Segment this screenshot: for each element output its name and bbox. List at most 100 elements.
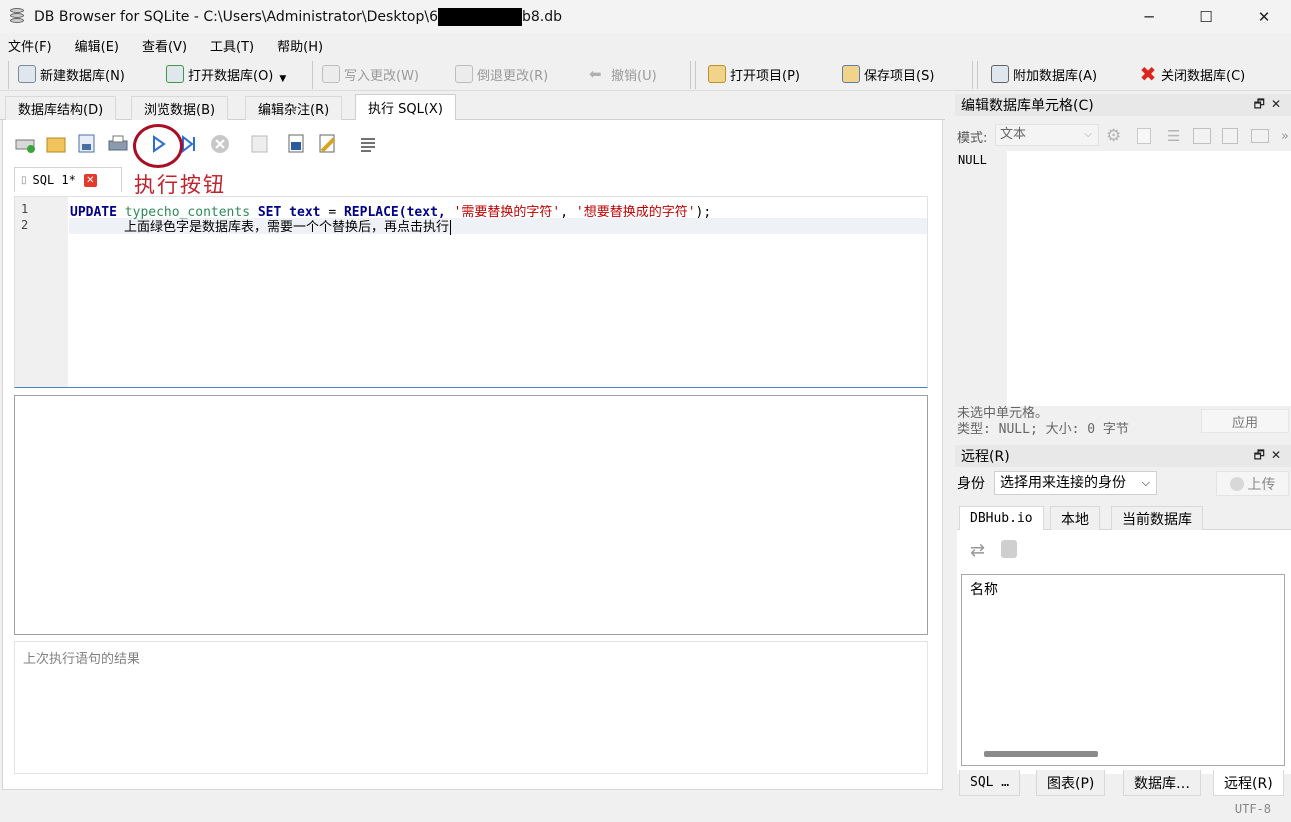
remote-dock-title: 远程(R) 🗗✕	[955, 445, 1291, 467]
menu-view[interactable]: 查看(V)	[142, 36, 187, 55]
dock-float-close-icon[interactable]: 🗗✕	[1254, 95, 1287, 116]
title-bar: DB Browser for SQLite - C:\Users\Adminis…	[0, 0, 1291, 33]
folder-icon	[46, 137, 66, 153]
open-tab-icon	[15, 139, 35, 153]
close-window-button[interactable]: ✕	[1235, 0, 1291, 33]
open-sql-file-button[interactable]	[44, 132, 68, 156]
tab-local[interactable]: 本地	[1050, 506, 1100, 530]
clone-database-icon[interactable]	[1001, 540, 1017, 558]
maximize-button[interactable]: ☐	[1177, 0, 1235, 33]
menu-bar: 文件(F) 编辑(E) 查看(V) 工具(T) 帮助(H)	[0, 33, 1291, 57]
new-database-icon	[18, 65, 36, 83]
results-grid[interactable]	[14, 395, 928, 635]
print-button[interactable]	[106, 132, 130, 156]
menu-tools[interactable]: 工具(T)	[210, 36, 254, 55]
upload-button[interactable]: 上传	[1216, 471, 1289, 496]
new-database-button[interactable]: 新建数据库(N)	[18, 61, 125, 87]
main-tab-bar: 数据库结构(D) 浏览数据(B) 编辑杂注(R) 执行 SQL(X)	[0, 94, 945, 120]
tab-database-structure[interactable]: 数据库结构(D)	[5, 96, 117, 120]
sql-line-2: 上面绿色字是数据库表，需要一个个替换后，再点击执行	[124, 220, 452, 235]
more-icon[interactable]: »	[1281, 129, 1289, 144]
line-number-gutter: 1 2	[15, 197, 68, 387]
close-database-icon: ✖	[1139, 62, 1157, 86]
open-project-icon	[708, 65, 726, 83]
tab-remote[interactable]: 远程(R)	[1213, 770, 1284, 796]
save-project-button[interactable]: 保存项目(S)	[842, 61, 934, 87]
menu-help[interactable]: 帮助(H)	[277, 36, 323, 55]
revert-changes-button[interactable]: 倒退更改(R)	[455, 61, 548, 87]
redacted-block	[438, 7, 523, 26]
tab-db-schema[interactable]: 数据库…	[1123, 770, 1201, 796]
tab-browse-data[interactable]: 浏览数据(B)	[131, 96, 229, 120]
menu-edit[interactable]: 编辑(E)	[75, 36, 119, 55]
identity-select[interactable]: 选择用来连接的身份 ⌵	[994, 471, 1157, 495]
dock-float-close-icon[interactable]: 🗗✕	[1254, 446, 1287, 467]
remote-tab-bar: DBHub.io 本地 当前数据库	[957, 506, 1291, 530]
save-project-icon	[842, 65, 860, 83]
identity-label: 身份	[957, 476, 985, 492]
refresh-icon[interactable]: ⇄	[970, 540, 985, 561]
close-tab-icon[interactable]: ✕	[83, 173, 97, 187]
mode-select[interactable]: 文本 ⌵	[995, 124, 1099, 146]
chevron-down-icon: ⌵	[1141, 476, 1150, 489]
tab-execute-sql[interactable]: 执行 SQL(X)	[355, 94, 456, 120]
execute-highlight-circle	[133, 124, 183, 168]
execute-annotation: 执行按钮	[134, 173, 226, 197]
menu-file[interactable]: 文件(F)	[8, 36, 52, 55]
database-app-icon	[8, 7, 26, 27]
attach-database-button[interactable]: 附加数据库(A)	[991, 61, 1097, 87]
write-changes-icon	[322, 65, 340, 83]
cell-status: 未选中单元格。 类型: NULL; 大小: 0 字节	[957, 406, 1129, 437]
open-database-button[interactable]: 打开数据库(O) ▼	[166, 61, 286, 87]
comment-lines-button[interactable]	[356, 132, 380, 156]
tab-plot[interactable]: 图表(P)	[1036, 770, 1106, 796]
window-title: DB Browser for SQLite - C:\Users\Adminis…	[34, 7, 563, 26]
chevron-down-icon[interactable]: ▼	[279, 74, 286, 84]
sql-editor-tab[interactable]: ▯ SQL 1* ✕	[14, 167, 122, 192]
auto-format-gear-icon[interactable]: ⚙	[1106, 126, 1121, 146]
export-icon[interactable]	[1222, 128, 1238, 144]
find-replace-button[interactable]	[316, 132, 340, 156]
apply-button[interactable]: 应用	[1201, 409, 1289, 433]
undo-button[interactable]: ⬅ 撤销(U)	[589, 61, 657, 87]
close-database-button[interactable]: ✖ 关闭数据库(C)	[1139, 61, 1246, 87]
tab-dbhub[interactable]: DBHub.io	[959, 506, 1044, 530]
main-toolbar: 新建数据库(N) 打开数据库(O) ▼ 写入更改(W) 倒退更改(R) ⬅ 撤销…	[0, 57, 1291, 91]
save-results-button[interactable]	[248, 132, 272, 156]
dock-tab-bar: SQL … 图表(P) 数据库… 远程(R)	[957, 770, 1291, 796]
horizontal-scrollbar[interactable]	[984, 751, 1098, 757]
edit-mode-row: 模式: 文本 ⌵ ⚙ ☰ »	[957, 124, 1289, 146]
name-column-header[interactable]: 名称	[970, 579, 998, 599]
revert-changes-icon	[455, 65, 473, 83]
minimize-button[interactable]: ─	[1120, 0, 1178, 33]
text-align-icon	[361, 138, 375, 152]
last-execution-message: 上次执行语句的结果	[14, 641, 928, 774]
write-changes-button[interactable]: 写入更改(W)	[322, 61, 419, 87]
tab-current-database[interactable]: 当前数据库	[1111, 506, 1203, 530]
save-results-icon	[251, 135, 268, 153]
status-bar: UTF-8	[0, 798, 1291, 822]
tab-sql-log[interactable]: SQL …	[959, 770, 1021, 796]
save-sql-icon	[78, 134, 95, 153]
printer-icon	[108, 135, 128, 151]
find-button[interactable]	[285, 132, 309, 156]
open-database-icon	[166, 65, 184, 83]
tab-edit-pragmas[interactable]: 编辑杂注(R)	[245, 96, 343, 120]
open-tab-button[interactable]	[14, 132, 38, 156]
find-replace-icon	[319, 134, 336, 153]
import-icon[interactable]	[1193, 128, 1211, 144]
sql-editor[interactable]: 1 2 UPDATE typecho_contents SET text = R…	[14, 196, 928, 388]
encoding-label: UTF-8	[1234, 802, 1271, 816]
edit-cell-dock-title: 编辑数据库单元格(C) 🗗✕	[955, 94, 1291, 116]
cell-value-editor[interactable]: NULL	[957, 151, 1291, 406]
remote-database-list[interactable]: 名称	[961, 574, 1285, 766]
document-icon: ▯	[21, 174, 27, 186]
open-project-button[interactable]: 打开项目(P)	[708, 61, 800, 87]
save-sql-file-button[interactable]	[76, 132, 100, 156]
set-null-icon[interactable]	[1251, 129, 1269, 143]
upload-icon	[1229, 476, 1244, 491]
word-wrap-icon[interactable]: ☰	[1167, 127, 1180, 145]
find-icon	[288, 134, 304, 153]
document-icon[interactable]	[1137, 128, 1151, 144]
stop-execution-button[interactable]	[208, 132, 232, 156]
